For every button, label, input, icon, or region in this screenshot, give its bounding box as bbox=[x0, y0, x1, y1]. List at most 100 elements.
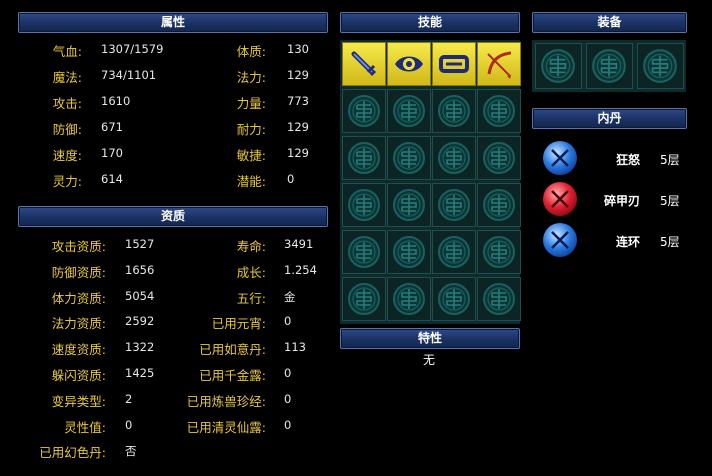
inner-pill-name: 狂怒 bbox=[615, 153, 640, 167]
aptitude-label: 躲闪资质: bbox=[51, 368, 106, 383]
attr-label: 耐力: bbox=[236, 122, 266, 137]
aptitude-header: 资质 bbox=[18, 206, 328, 227]
empty-skill-slot[interactable] bbox=[477, 183, 521, 227]
aptitude-value: 5054 bbox=[125, 288, 155, 303]
empty-skill-slot[interactable] bbox=[387, 89, 431, 133]
attr-value: 734/1101 bbox=[101, 68, 157, 82]
equipment-slot[interactable] bbox=[535, 43, 582, 89]
trait-header: 特性 bbox=[340, 328, 520, 349]
empty-skill-slot[interactable] bbox=[432, 183, 476, 227]
attr-value: 1307/1579 bbox=[101, 42, 164, 56]
aptitude-value: 金 bbox=[284, 289, 296, 304]
aptitude-label: 成长: bbox=[236, 264, 266, 280]
skill-slot[interactable] bbox=[342, 42, 386, 86]
aptitude-value: 2 bbox=[125, 391, 133, 406]
inner-pill-name: 碎甲刃 bbox=[603, 194, 640, 208]
aptitude-value: 0 bbox=[125, 417, 133, 432]
empty-skill-slot[interactable] bbox=[387, 277, 431, 321]
aptitude-value: 否 bbox=[125, 444, 137, 459]
empty-skill-slot[interactable] bbox=[387, 136, 431, 180]
attr-value: 671 bbox=[101, 120, 123, 134]
empty-skill-slot[interactable] bbox=[477, 89, 521, 133]
attr-value: 1610 bbox=[101, 94, 131, 108]
attr-value: 170 bbox=[101, 146, 123, 160]
aptitude-label: 体力资质: bbox=[51, 290, 106, 306]
inner-pill-level: 5层 bbox=[660, 194, 680, 208]
inner-pill-level: 5层 bbox=[660, 153, 680, 167]
aptitude-label: 法力资质: bbox=[51, 316, 106, 332]
inner-pill-header: 内丹 bbox=[532, 108, 687, 129]
inner-pill-level: 5层 bbox=[660, 235, 680, 249]
aptitude-label: 已用清灵仙露: bbox=[186, 419, 266, 435]
empty-skill-slot[interactable] bbox=[477, 277, 521, 321]
aptitude-value: 1425 bbox=[125, 366, 155, 380]
aptitude-label: 已用炼兽珍经: bbox=[186, 393, 266, 409]
aptitude-label: 灵性值: bbox=[64, 419, 106, 435]
attributes-header: 属性 bbox=[18, 12, 328, 33]
attr-label: 气血: bbox=[52, 44, 82, 59]
inner-pill-name: 连环 bbox=[615, 235, 640, 249]
attr-label: 体质: bbox=[236, 44, 266, 59]
attr-label: 敏捷: bbox=[236, 148, 266, 163]
attr-value: 129 bbox=[287, 120, 309, 134]
aptitude-value: 1527 bbox=[125, 237, 155, 251]
empty-skill-slot[interactable] bbox=[387, 183, 431, 227]
aptitude-value: 1656 bbox=[125, 262, 155, 277]
aptitude-label: 五行: bbox=[236, 290, 266, 306]
aptitude-value: 0 bbox=[284, 366, 292, 380]
aptitude-label: 攻击资质: bbox=[51, 239, 106, 254]
aptitude-value: 0 bbox=[284, 391, 292, 406]
attr-label: 潜能: bbox=[236, 174, 266, 189]
trait-value: 无 bbox=[422, 353, 435, 367]
skill-slot[interactable] bbox=[432, 42, 476, 86]
aptitude-value: 3491 bbox=[284, 237, 314, 251]
aptitude-value: 1.254 bbox=[284, 262, 317, 277]
aptitude-value: 2592 bbox=[125, 314, 155, 329]
empty-skill-slot[interactable] bbox=[342, 230, 386, 274]
equipment-header: 装备 bbox=[532, 12, 687, 33]
aptitude-label: 已用如意丹: bbox=[199, 342, 266, 358]
attr-label: 攻击: bbox=[52, 96, 82, 111]
attr-value: 129 bbox=[287, 146, 309, 160]
empty-skill-slot[interactable] bbox=[432, 230, 476, 274]
aptitude-label: 速度资质: bbox=[51, 342, 106, 358]
empty-skill-slot[interactable] bbox=[477, 230, 521, 274]
equipment-slot[interactable] bbox=[586, 43, 633, 89]
attr-label: 法力: bbox=[236, 70, 266, 85]
aptitude-label: 已用千金露: bbox=[199, 368, 266, 383]
attr-value: 130 bbox=[287, 42, 309, 56]
empty-skill-slot[interactable] bbox=[342, 277, 386, 321]
aptitude-value: 1322 bbox=[125, 340, 155, 355]
aptitude-label: 已用元宵: bbox=[211, 316, 266, 332]
equipment-slots bbox=[532, 40, 686, 92]
attr-value: 0 bbox=[287, 172, 295, 186]
attr-label: 灵力: bbox=[52, 174, 82, 189]
aptitude-value: 0 bbox=[284, 314, 292, 329]
aptitude-label: 变异类型: bbox=[51, 393, 106, 409]
empty-skill-slot[interactable] bbox=[387, 230, 431, 274]
empty-skill-slot[interactable] bbox=[432, 89, 476, 133]
empty-skill-slot[interactable] bbox=[342, 136, 386, 180]
attr-value: 773 bbox=[287, 94, 309, 108]
empty-skill-slot[interactable] bbox=[342, 89, 386, 133]
attr-value: 614 bbox=[101, 172, 123, 186]
attr-label: 速度: bbox=[52, 148, 82, 163]
empty-skill-slot[interactable] bbox=[342, 183, 386, 227]
attr-label: 魔法: bbox=[52, 70, 82, 85]
equipment-slot[interactable] bbox=[637, 43, 684, 89]
attr-label: 防御: bbox=[52, 122, 82, 137]
aptitude-label: 防御资质: bbox=[51, 264, 106, 280]
skills-header: 技能 bbox=[340, 12, 520, 33]
aptitude-label: 已用幻色丹: bbox=[39, 445, 106, 461]
skills-grid bbox=[340, 40, 521, 324]
empty-skill-slot[interactable] bbox=[477, 136, 521, 180]
skill-slot[interactable] bbox=[477, 42, 521, 86]
attr-value: 129 bbox=[287, 68, 309, 82]
aptitude-value: 0 bbox=[284, 417, 292, 432]
attr-label: 力量: bbox=[236, 96, 266, 111]
skill-slot[interactable] bbox=[387, 42, 431, 86]
aptitude-label: 寿命: bbox=[236, 239, 266, 254]
empty-skill-slot[interactable] bbox=[432, 277, 476, 321]
aptitude-value: 113 bbox=[284, 340, 306, 355]
empty-skill-slot[interactable] bbox=[432, 136, 476, 180]
